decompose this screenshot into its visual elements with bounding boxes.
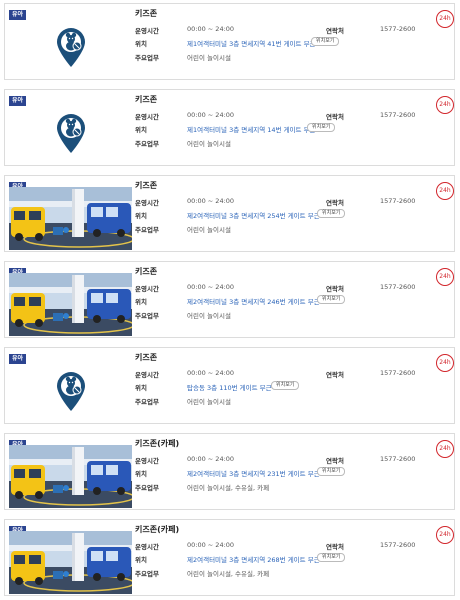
hours-value: 00:00 ~ 24:00 (187, 541, 235, 549)
facility-card[interactable]: 유아 키즈존 운영시간 00:00 ~ 24:00 위치 제1여객터미널 3층 … (4, 3, 455, 80)
hours-value: 00:00 ~ 24:00 (187, 283, 235, 291)
open-24h-badge: 24h (436, 440, 454, 458)
facility-card[interactable]: 유아 키즈존 운영시간 00:00 ~ 24:00 위치 제1여객터미널 3층 … (4, 89, 455, 166)
duties-label: 주요업무 (135, 570, 159, 578)
open-24h-badge: 24h (436, 10, 454, 28)
location-value[interactable]: 제1여객터미널 3층 면세지역 41번 게이트 부근 (187, 38, 316, 48)
duties-value: 어린이 놀이시설, 수유실, 카페 (187, 484, 270, 492)
contact-label: 연락처 (326, 113, 344, 121)
hours-label: 운영시간 (135, 199, 159, 207)
duties-value: 어린이 놀이시설 (187, 54, 231, 62)
contact-label: 연락처 (326, 457, 344, 465)
location-label: 위치 (135, 470, 147, 478)
location-pin-icon (9, 101, 132, 164)
location-value[interactable]: 탑승동 3층 110번 게이트 부근 (187, 382, 272, 392)
view-map-button[interactable]: 위치보기 (271, 381, 300, 390)
facility-title[interactable]: 키즈존(카페) (135, 438, 179, 449)
location-value[interactable]: 제2여객터미널 3층 면세지역 254번 게이트 부근 (187, 210, 320, 220)
hours-label: 운영시간 (135, 27, 159, 35)
duties-label: 주요업무 (135, 54, 159, 62)
duties-label: 주요업무 (135, 140, 159, 148)
hours-value: 00:00 ~ 24:00 (187, 455, 235, 463)
contact-value: 1577-2600 (380, 197, 416, 205)
duties-value: 어린이 놀이시설 (187, 140, 231, 148)
hours-value: 00:00 ~ 24:00 (187, 197, 235, 205)
contact-label: 연락처 (326, 27, 344, 35)
facility-card[interactable]: 유아 키즈존 운영시간 00:00 ~ 24:00 위치 제2여객터미널 3층 … (4, 175, 455, 252)
contact-value: 1577-2600 (380, 283, 416, 291)
location-label: 위치 (135, 126, 147, 134)
view-map-button[interactable]: 위치보기 (317, 209, 346, 218)
location-label: 위치 (135, 212, 147, 220)
location-value[interactable]: 제2여객터미널 3층 면세지역 231번 게이트 부근 (187, 468, 320, 478)
duties-label: 주요업무 (135, 312, 159, 320)
kidszone-photo (9, 187, 132, 250)
location-label: 위치 (135, 384, 147, 392)
hours-value: 00:00 ~ 24:00 (187, 369, 235, 377)
contact-value: 1577-2600 (380, 369, 416, 377)
open-24h-badge: 24h (436, 354, 454, 372)
facility-title[interactable]: 키즈존 (135, 266, 157, 277)
facility-card[interactable]: 유아 키즈존 운영시간 00:00 ~ 24:00 위치 탑승동 3층 110번… (4, 347, 455, 424)
location-label: 위치 (135, 298, 147, 306)
kidszone-photo (9, 273, 132, 336)
facility-title[interactable]: 키즈존(카페) (135, 524, 179, 535)
duties-label: 주요업무 (135, 398, 159, 406)
facility-card[interactable]: 유아 키즈존(카페) 운영시간 00:00 ~ 24:00 위치 제2여객터미널… (4, 519, 455, 596)
facility-title[interactable]: 키즈존 (135, 8, 157, 19)
open-24h-badge: 24h (436, 96, 454, 114)
hours-label: 운영시간 (135, 113, 159, 121)
location-value[interactable]: 제1여객터미널 3층 면세지역 14번 게이트 부근 (187, 124, 316, 134)
hours-value: 00:00 ~ 24:00 (187, 111, 235, 119)
hours-value: 00:00 ~ 24:00 (187, 25, 235, 33)
view-map-button[interactable]: 위치보기 (311, 37, 340, 46)
open-24h-badge: 24h (436, 268, 454, 286)
location-label: 위치 (135, 556, 147, 564)
hours-label: 운영시간 (135, 457, 159, 465)
open-24h-badge: 24h (436, 182, 454, 200)
hours-label: 운영시간 (135, 285, 159, 293)
contact-value: 1577-2600 (380, 455, 416, 463)
location-value[interactable]: 제2여객터미널 3층 면세지역 268번 게이트 부근 (187, 554, 320, 564)
contact-label: 연락처 (326, 285, 344, 293)
location-pin-icon (9, 359, 132, 422)
duties-label: 주요업무 (135, 226, 159, 234)
open-24h-badge: 24h (436, 526, 454, 544)
contact-label: 연락처 (326, 543, 344, 551)
contact-value: 1577-2600 (380, 541, 416, 549)
location-pin-icon (9, 15, 132, 78)
facility-card[interactable]: 유아 키즈존 운영시간 00:00 ~ 24:00 위치 제2여객터미널 3층 … (4, 261, 455, 338)
kidszone-photo (9, 445, 132, 508)
view-map-button[interactable]: 위치보기 (317, 553, 346, 562)
hours-label: 운영시간 (135, 371, 159, 379)
location-label: 위치 (135, 40, 147, 48)
duties-value: 어린이 놀이시설 (187, 398, 231, 406)
hours-label: 운영시간 (135, 543, 159, 551)
duties-value: 어린이 놀이시설, 수유실, 카페 (187, 570, 270, 578)
kidszone-photo (9, 531, 132, 594)
view-map-button[interactable]: 위치보기 (307, 123, 336, 132)
facility-card[interactable]: 유아 키즈존(카페) 운영시간 00:00 ~ 24:00 위치 제2여객터미널… (4, 433, 455, 510)
duties-value: 어린이 놀이시설 (187, 226, 231, 234)
facility-title[interactable]: 키즈존 (135, 94, 157, 105)
duties-label: 주요업무 (135, 484, 159, 492)
contact-value: 1577-2600 (380, 25, 416, 33)
location-value[interactable]: 제2여객터미널 3층 면세지역 246번 게이트 부근 (187, 296, 320, 306)
view-map-button[interactable]: 위치보기 (317, 295, 346, 304)
facility-title[interactable]: 키즈존 (135, 352, 157, 363)
facility-title[interactable]: 키즈존 (135, 180, 157, 191)
contact-label: 연락처 (326, 371, 344, 379)
contact-label: 연락처 (326, 199, 344, 207)
contact-value: 1577-2600 (380, 111, 416, 119)
duties-value: 어린이 놀이시설 (187, 312, 231, 320)
facility-list: 유아 키즈존 운영시간 00:00 ~ 24:00 위치 제1여객터미널 3층 … (0, 0, 460, 600)
view-map-button[interactable]: 위치보기 (317, 467, 346, 476)
